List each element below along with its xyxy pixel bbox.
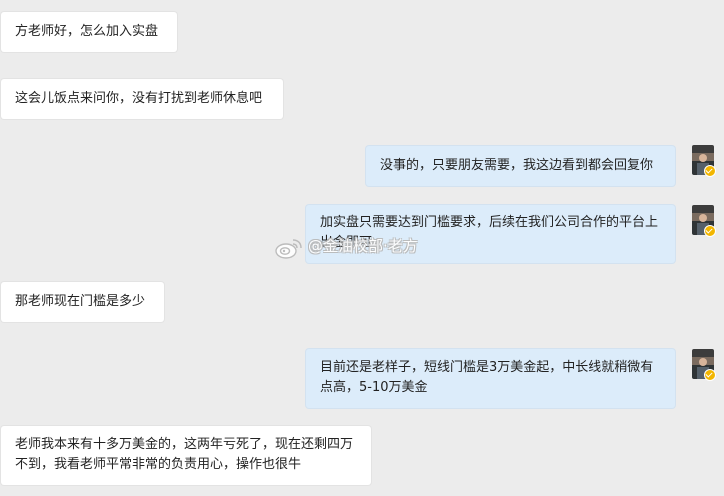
message-bubble[interactable]: 方老师好，怎么加入实盘	[1, 12, 177, 52]
message-incoming: 方老师好，怎么加入实盘	[1, 12, 177, 52]
message-incoming: 那老师现在门槛是多少	[1, 282, 164, 322]
avatar[interactable]	[692, 349, 716, 381]
message-bubble[interactable]: 没事的，只要朋友需要，我这边看到都会回复你	[366, 146, 675, 186]
chat-thread: 方老师好，怎么加入实盘 这会儿饭点来问你，没有打扰到老师休息吧 没事的，只要朋友…	[0, 0, 724, 496]
message-outgoing: 没事的，只要朋友需要，我这边看到都会回复你	[366, 146, 675, 186]
verified-badge-icon	[704, 225, 716, 237]
message-bubble[interactable]: 加实盘只需要达到门槛要求，后续在我们公司合作的平台上出金即可	[306, 205, 675, 263]
verified-badge-icon	[704, 369, 716, 381]
message-bubble[interactable]: 老师我本来有十多万美金的，这两年亏死了，现在还剩四万不到，我看老师平常非常的负责…	[1, 426, 371, 485]
avatar[interactable]	[692, 145, 716, 177]
message-outgoing: 目前还是老样子，短线门槛是3万美金起，中长线就稍微有点高，5-10万美金	[306, 349, 675, 408]
avatar[interactable]	[692, 205, 716, 237]
verified-badge-icon	[704, 165, 716, 177]
weibo-logo-icon	[275, 239, 302, 259]
message-incoming: 这会儿饭点来问你，没有打扰到老师休息吧	[1, 79, 283, 119]
message-bubble[interactable]: 这会儿饭点来问你，没有打扰到老师休息吧	[1, 79, 283, 119]
message-incoming: 老师我本来有十多万美金的，这两年亏死了，现在还剩四万不到，我看老师平常非常的负责…	[1, 426, 371, 485]
message-bubble[interactable]: 那老师现在门槛是多少	[1, 282, 164, 322]
message-outgoing: 加实盘只需要达到门槛要求，后续在我们公司合作的平台上出金即可	[306, 205, 675, 263]
message-bubble[interactable]: 目前还是老样子，短线门槛是3万美金起，中长线就稍微有点高，5-10万美金	[306, 349, 675, 408]
